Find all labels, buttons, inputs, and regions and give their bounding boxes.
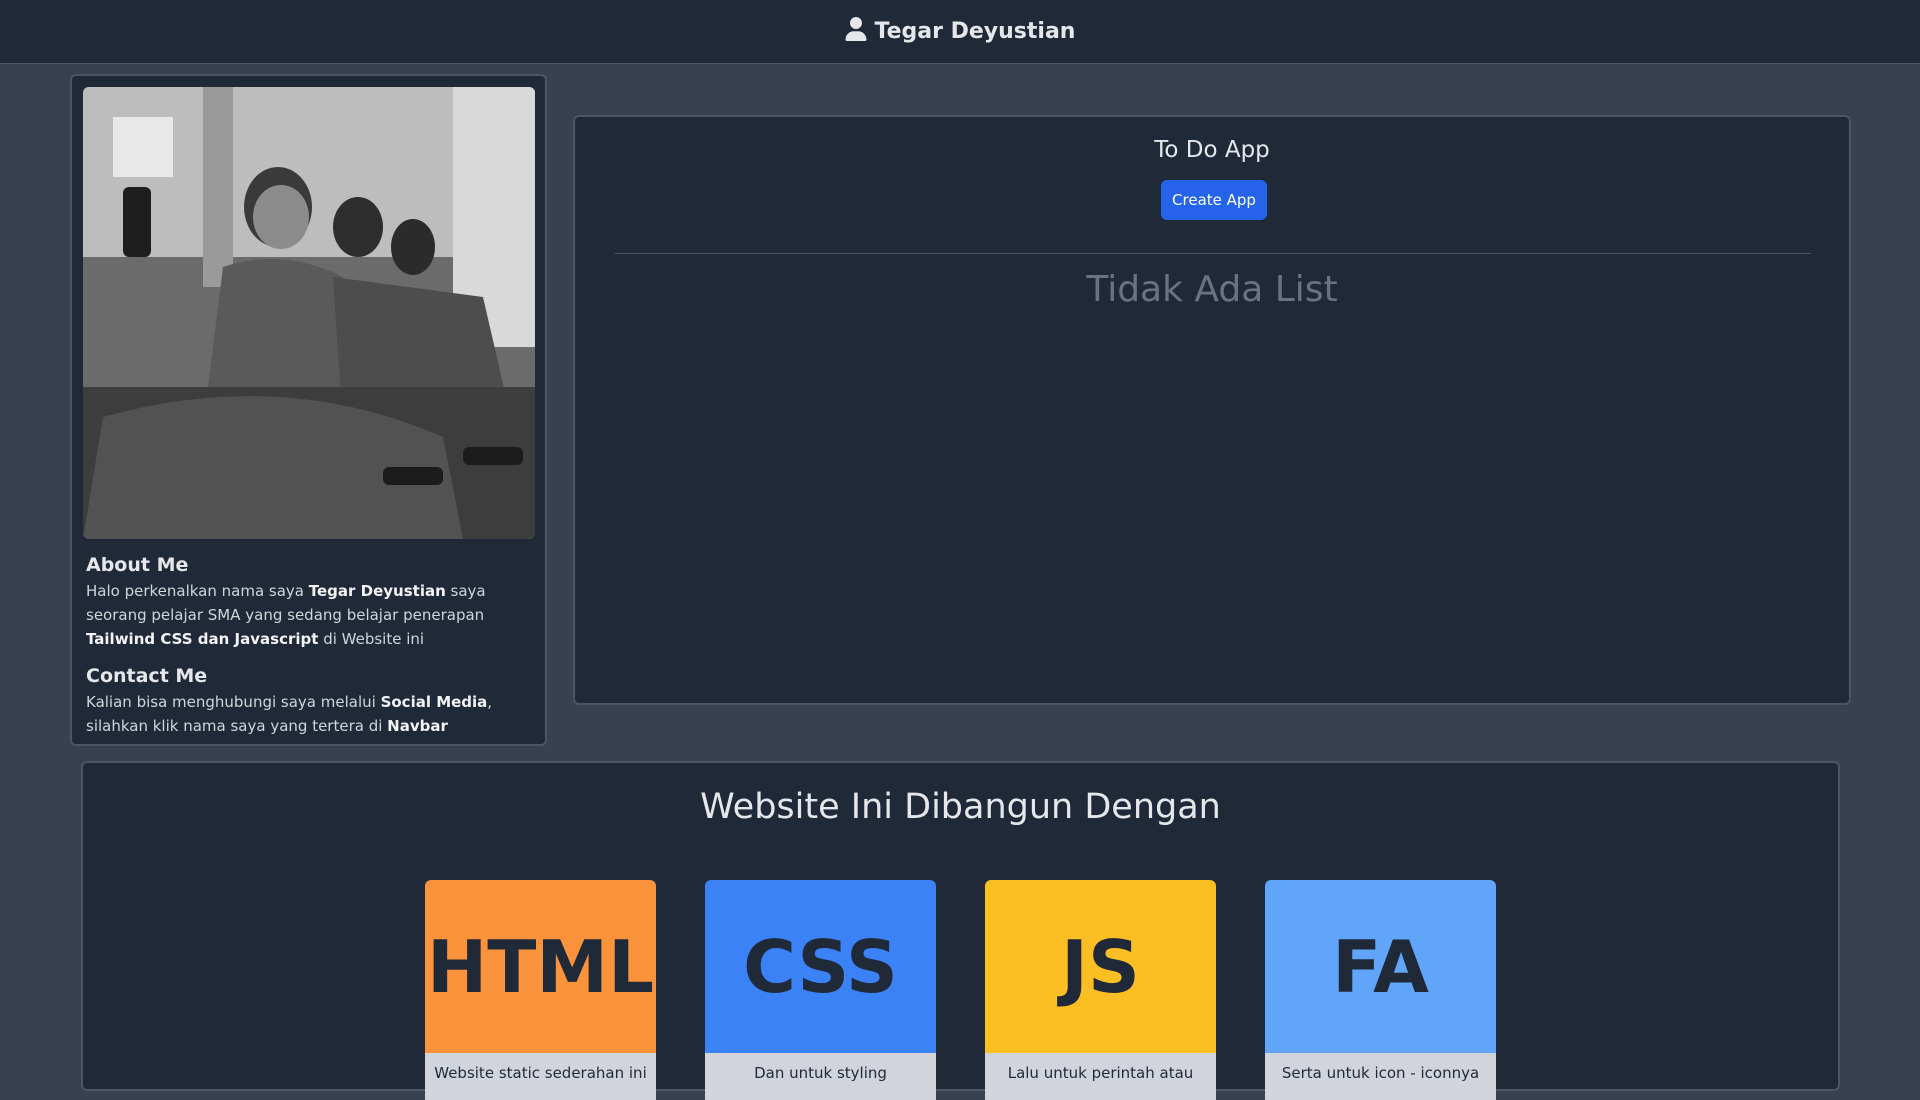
about-text: Halo perkenalkan nama saya Tegar Deyusti…: [86, 582, 486, 648]
tech-card-fa: FA Serta untuk icon - iconnya: [1265, 880, 1496, 1100]
create-app-button[interactable]: Create App: [1161, 180, 1267, 220]
profile-photo: [83, 87, 535, 539]
todo-panel: To Do App Create App Tidak Ada List: [573, 115, 1851, 705]
tech-card-js: JS Lalu untuk perintah atau: [985, 880, 1216, 1100]
navbar: Tegar Deyustian: [0, 0, 1920, 64]
built-with-title: Website Ini Dibangun Dengan: [700, 787, 1221, 827]
tech-card-caption: Serta untuk icon - iconnya: [1265, 1053, 1496, 1100]
fa-logo: FA: [1265, 880, 1496, 1053]
tech-card-css: CSS Dan untuk styling: [705, 880, 936, 1100]
html-logo: HTML: [425, 880, 656, 1053]
about-section: About Me Halo perkenalkan nama saya Tega…: [86, 554, 536, 738]
about-title: About Me: [86, 554, 189, 576]
empty-list-message: Tidak Ada List: [1086, 269, 1338, 310]
css-logo: CSS: [705, 880, 936, 1053]
js-logo: JS: [985, 880, 1216, 1053]
tech-card-caption: Dan untuk styling: [705, 1053, 936, 1100]
user-icon: [845, 16, 867, 47]
todo-divider: [615, 253, 1811, 254]
tech-card-caption: Website static sederahan ini: [425, 1053, 656, 1100]
todo-title: To Do App: [1154, 137, 1270, 163]
built-with-section: Website Ini Dibangun Dengan HTML Website…: [81, 761, 1840, 1100]
tech-card-html: HTML Website static sederahan ini: [425, 880, 656, 1100]
navbar-profile-link[interactable]: Tegar Deyustian: [845, 16, 1076, 47]
contact-title: Contact Me: [86, 665, 208, 687]
contact-text: Kalian bisa menghubungi saya melalui Soc…: [86, 693, 493, 735]
navbar-name: Tegar Deyustian: [874, 19, 1076, 44]
profile-card: About Me Halo perkenalkan nama saya Tega…: [70, 74, 547, 746]
tech-card-caption: Lalu untuk perintah atau: [985, 1053, 1216, 1100]
